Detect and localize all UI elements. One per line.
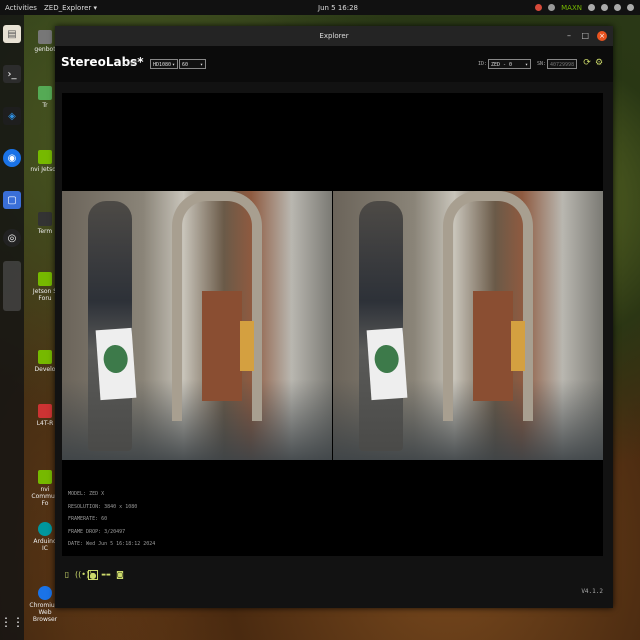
obs-icon[interactable]: ◎ xyxy=(3,229,21,247)
nvidia-forum-icon xyxy=(38,272,52,286)
activities-button[interactable]: Activities xyxy=(5,4,37,12)
window-title: Explorer xyxy=(319,32,349,40)
app-toolbar: StereoLabs* LIVE HD1080 ▾ 60 ▾ ID: ZED - 0… xyxy=(55,46,613,82)
power-icon[interactable] xyxy=(627,4,634,11)
camera-id-select[interactable]: ZED - 0 ▾ xyxy=(488,59,531,69)
trash-icon xyxy=(38,86,52,100)
volume-icon[interactable] xyxy=(614,4,621,11)
status-icon[interactable] xyxy=(548,4,556,11)
files-icon[interactable]: ▤ xyxy=(3,25,21,43)
terminal-shortcut-icon xyxy=(38,212,52,226)
record-icon[interactable] xyxy=(535,4,543,11)
active-app-icon[interactable] xyxy=(3,261,21,311)
vscode-icon[interactable]: ◈ xyxy=(3,107,21,125)
top-bar: Activities ZED_Explorer ▾ Jun 5 16:28 MA… xyxy=(0,0,640,15)
info-framerate: FRAMERATE: 60 xyxy=(68,516,108,522)
chevron-down-icon: ▾ xyxy=(171,62,175,68)
stream-icon[interactable]: ((•)) xyxy=(75,570,92,580)
maximize-button[interactable]: □ xyxy=(581,26,589,46)
info-frame-drop: FRAME DROP: 3/20497 xyxy=(68,528,126,535)
nvidia-icon xyxy=(38,150,52,164)
pdf-icon xyxy=(38,404,52,418)
camera-info-overlay: MODEL: ZED X RESOLUTION: 3840 x 1080 FRA… xyxy=(68,488,155,551)
power-mode-label[interactable]: MAXN xyxy=(561,4,582,12)
app-version: V4.1.2 xyxy=(581,588,603,595)
left-camera-image xyxy=(62,191,332,460)
file-icon[interactable]: ▯ xyxy=(62,570,72,580)
fps-select[interactable]: 60 ▾ xyxy=(179,59,206,69)
minimize-button[interactable]: – xyxy=(567,26,571,46)
chromium-shortcut-icon xyxy=(38,586,52,600)
system-tray[interactable]: MAXN xyxy=(535,4,634,12)
right-camera-image xyxy=(333,191,603,460)
id-label: ID: xyxy=(478,61,488,67)
chevron-down-icon: ▾ xyxy=(524,62,528,68)
settings-gear-icon[interactable]: ⚙ xyxy=(594,58,604,68)
chromium-icon[interactable]: ◉ xyxy=(3,149,21,167)
live-indicator: LIVE xyxy=(122,61,139,67)
window-titlebar[interactable]: Explorer – □ × xyxy=(55,26,613,46)
info-resolution: RESOLUTION: 3840 x 1080 xyxy=(68,503,138,510)
dock: ▤ ›_ ◈ ◉ ▢ ◎ ⋮⋮ xyxy=(0,15,24,640)
close-button[interactable]: × xyxy=(597,31,607,41)
bottom-toolbar: ▯ ((•)) ● ▬▬ ◙ V4.1.2 xyxy=(55,556,613,608)
nvidia-community-icon xyxy=(38,470,52,484)
camera-snapshot-icon[interactable]: ◙ xyxy=(115,570,125,580)
sn-label: SN: xyxy=(537,61,547,67)
video-viewer[interactable]: MODEL: ZED X RESOLUTION: 3840 x 1080 FRA… xyxy=(62,93,603,556)
record-svo-icon[interactable]: ● xyxy=(88,570,98,580)
nvidia-developer-icon xyxy=(38,350,52,364)
clipboard-icon[interactable] xyxy=(588,4,595,11)
show-apps-icon[interactable]: ⋮⋮ xyxy=(0,613,24,631)
view-mode-icon[interactable]: ▬▬ xyxy=(101,570,111,580)
info-model: MODEL: ZED X xyxy=(68,491,105,497)
explorer-window: Explorer – □ × StereoLabs* LIVE HD1080 ▾ … xyxy=(55,26,613,608)
terminal-icon[interactable]: ›_ xyxy=(3,65,21,83)
home-folder-icon xyxy=(38,30,52,44)
chevron-down-icon: ▾ xyxy=(199,62,203,68)
clock[interactable]: Jun 5 16:28 xyxy=(318,4,358,12)
info-date: DATE: Wed Jun 5 16:18:12 2024 xyxy=(68,541,156,547)
network-icon[interactable] xyxy=(601,4,608,11)
app-menu[interactable]: ZED_Explorer ▾ xyxy=(44,4,97,12)
arduino-icon xyxy=(38,522,52,536)
screenshot-icon[interactable]: ▢ xyxy=(3,191,21,209)
refresh-icon[interactable]: ⟳ xyxy=(582,58,592,68)
serial-number-field: 40729998 xyxy=(547,59,577,69)
resolution-select[interactable]: HD1080 ▾ xyxy=(150,59,178,69)
